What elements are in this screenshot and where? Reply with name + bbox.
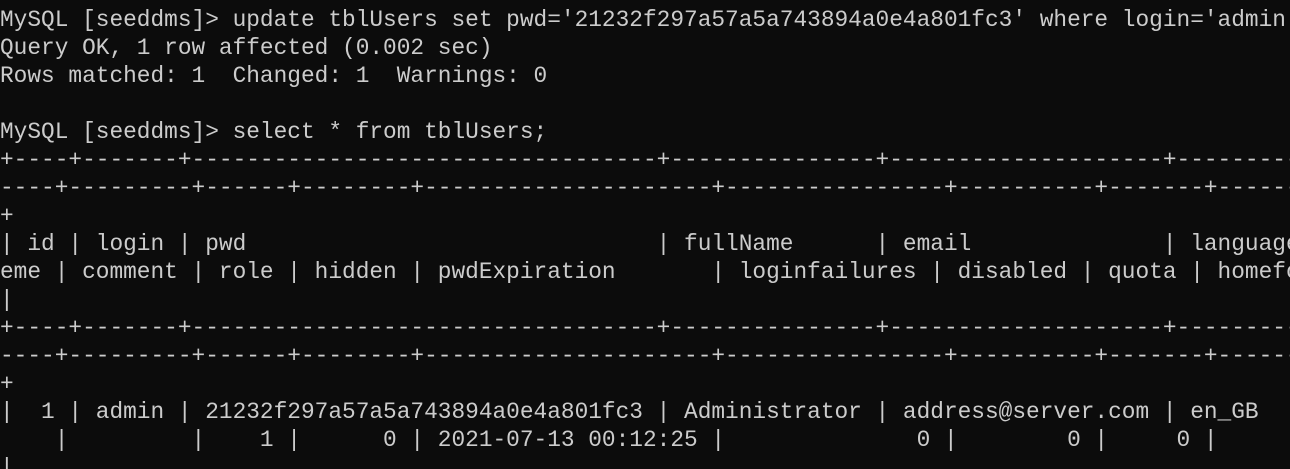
table-border-line: ----+---------+------+--------+---------… <box>0 175 1290 201</box>
table-header-line: | <box>0 287 14 313</box>
rows-matched-output: Rows matched: 1 Changed: 1 Warnings: 0 <box>0 63 548 89</box>
query-ok-output: Query OK, 1 row affected (0.002 sec) <box>0 35 493 61</box>
table-data-row-line: | <box>0 455 14 469</box>
table-header-line: | id | login | pwd | fullName | email | … <box>0 231 1290 257</box>
table-border-line: + <box>0 203 14 229</box>
terminal-window[interactable]: MySQL [seeddms]> update tblUsers set pwd… <box>0 0 1290 469</box>
prompt-update-command: MySQL [seeddms]> update tblUsers set pwd… <box>0 7 1290 33</box>
prompt-select-command: MySQL [seeddms]> select * from tblUsers; <box>0 119 548 145</box>
table-data-row-line: | | 1 | 0 | 2021-07-13 00:12:25 | 0 | 0 … <box>0 427 1290 453</box>
table-header-line: eme | comment | role | hidden | pwdExpir… <box>0 259 1290 285</box>
table-border-line: +----+-------+--------------------------… <box>0 315 1290 341</box>
table-border-line: +----+-------+--------------------------… <box>0 147 1290 173</box>
table-border-line: + <box>0 371 14 397</box>
table-border-line: ----+---------+------+--------+---------… <box>0 343 1290 369</box>
table-data-row-line: | 1 | admin | 21232f297a57a5a743894a0e4a… <box>0 399 1290 425</box>
